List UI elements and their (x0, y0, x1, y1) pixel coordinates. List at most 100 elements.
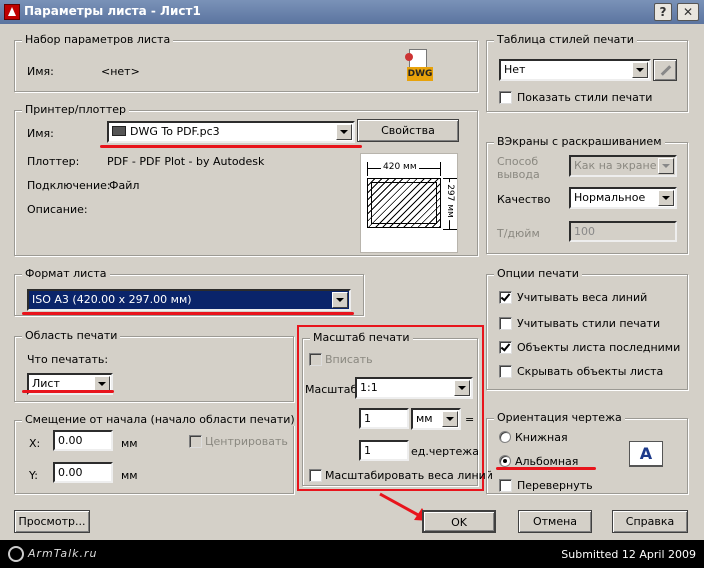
plot-style-group-title: Таблица стилей печати (494, 33, 637, 46)
plot-options-group-title: Опции печати (494, 267, 582, 280)
paper-size-group-title: Формат листа (22, 267, 110, 280)
offset-x-label: X: (29, 437, 41, 450)
ok-button[interactable]: OK (422, 510, 496, 533)
portrait-label: Книжная (515, 431, 568, 444)
plot-style-select[interactable]: Нет (499, 59, 651, 81)
preview-height-label: 297 мм (444, 182, 455, 220)
description-label: Описание: (27, 203, 88, 216)
offset-group-title: Смещение от начала (начало области печат… (22, 413, 298, 426)
dwg-file-icon: DWG (405, 49, 435, 83)
plotter-device-icon (112, 126, 126, 136)
fit-to-paper-checkbox[interactable] (309, 353, 322, 366)
portrait-radio[interactable] (499, 431, 511, 443)
offset-y-unit: мм (121, 469, 138, 482)
offset-y-label: Y: (29, 469, 38, 482)
show-plot-styles-label: Показать стили печати (517, 91, 653, 104)
offset-group: Смещение от начала (начало области печат… (14, 413, 298, 494)
printer-device-select[interactable]: DWG To PDF.pc3 (107, 121, 355, 143)
plot-area-group-title: Область печати (22, 329, 121, 342)
chevron-down-icon[interactable] (658, 158, 674, 174)
title-bar: Параметры листа - Лист1 ? ✕ (0, 0, 704, 24)
footer-bar: ArmTalk.ru Submitted 12 April 2009 (0, 540, 704, 568)
scale-lineweights-label: Масштабировать веса линий (325, 469, 493, 482)
printer-name-label: Имя: (27, 127, 54, 140)
preview-button[interactable]: Просмотр... (14, 510, 90, 533)
printer-group-title: Принтер/плоттер (22, 103, 129, 116)
plot-scale-group-title: Масштаб печати (310, 331, 413, 344)
plot-scale-group: Масштаб печати Вписать Масштаб: 1:1 1 мм… (302, 331, 493, 486)
forum-logo-icon (8, 546, 24, 562)
upside-down-checkbox[interactable] (499, 479, 512, 492)
chevron-down-icon[interactable] (632, 62, 648, 78)
paper-size-group: Формат листа ISO A3 (420.00 x 297.00 мм) (14, 267, 364, 316)
window-title: Параметры листа - Лист1 (24, 4, 201, 18)
landscape-orientation-icon: A (629, 441, 663, 467)
chevron-down-icon[interactable] (454, 380, 470, 396)
option-plot-styles-checkbox[interactable] (499, 317, 512, 330)
page-setup-name-label: Имя: (27, 65, 54, 78)
landscape-radio[interactable] (499, 455, 511, 467)
connection-value: Файл (109, 179, 140, 192)
drawing-units-label: ед.чертежа (411, 445, 479, 458)
what-to-plot-label: Что печатать: (27, 353, 109, 366)
shade-plot-select[interactable]: Как на экране (569, 155, 677, 177)
chevron-down-icon[interactable] (658, 190, 674, 206)
option-hide-objects-label: Скрывать объекты листа (517, 365, 664, 378)
show-plot-styles-checkbox[interactable] (499, 91, 512, 104)
annotation-underline-landscape (496, 467, 596, 470)
edit-plot-style-button[interactable] (653, 59, 677, 81)
quality-label: Качество (497, 193, 551, 206)
plotter-label: Плоттер: (27, 155, 80, 168)
scale-value: 1:1 (360, 381, 378, 394)
drawing-units-input[interactable]: 1 (359, 440, 409, 461)
paper-size-value: ISO A3 (420.00 x 297.00 мм) (32, 293, 192, 306)
dpi-input[interactable]: 100 (569, 221, 677, 242)
plot-options-group: Опции печати Учитывать веса линий Учитыв… (486, 267, 688, 390)
scale-select[interactable]: 1:1 (355, 377, 473, 399)
connection-label: Подключение: (27, 179, 111, 192)
forum-logo-text: ArmTalk.ru (28, 547, 98, 560)
shaded-viewport-group: ВЭкраны с раскрашиванием Способ вывода К… (486, 135, 688, 254)
paper-units-input[interactable]: 1 (359, 408, 409, 429)
paper-preview: 420 мм 297 мм (360, 153, 458, 253)
paper-size-select[interactable]: ISO A3 (420.00 x 297.00 мм) (27, 289, 351, 311)
offset-x-unit: мм (121, 437, 138, 450)
shade-plot-value: Как на экране (574, 159, 657, 172)
upside-down-label: Перевернуть (517, 479, 593, 492)
units-select[interactable]: мм (411, 408, 461, 430)
quality-value: Нормальное (574, 191, 646, 204)
chevron-down-icon[interactable] (442, 411, 458, 427)
plotter-value: PDF - PDF Plot - by Autodesk (107, 155, 265, 168)
dpi-label: Т/дюйм (497, 227, 540, 240)
cancel-button[interactable]: Отмена (518, 510, 592, 533)
shade-plot-label: Способ вывода (497, 155, 540, 181)
center-plot-checkbox[interactable] (189, 435, 202, 448)
properties-button[interactable]: Свойства (357, 119, 459, 142)
chevron-down-icon[interactable] (332, 292, 348, 308)
quality-select[interactable]: Нормальное (569, 187, 677, 209)
preview-width-label: 420 мм (381, 162, 419, 172)
preview-width-dimension: 420 мм (367, 162, 441, 176)
chevron-down-icon[interactable] (336, 124, 352, 140)
help-title-button[interactable]: ? (654, 3, 672, 21)
equals-sign: = (465, 413, 475, 426)
dwg-icon-text: DWG (407, 67, 433, 81)
scale-lineweights-checkbox[interactable] (309, 469, 322, 482)
printer-group: Принтер/плоттер Имя: DWG To PDF.pc3 Свой… (14, 103, 478, 256)
autocad-app-icon (4, 4, 20, 20)
shaded-viewport-group-title: ВЭкраны с раскрашиванием (494, 135, 665, 148)
option-hide-objects-checkbox[interactable] (499, 365, 512, 378)
preview-height-dimension: 297 мм (443, 178, 457, 230)
orientation-group: Ориентация чертежа Книжная Альбомная Пер… (486, 411, 688, 494)
offset-x-input[interactable]: 0.00 (53, 430, 113, 451)
offset-y-input[interactable]: 0.00 (53, 462, 113, 483)
option-lineweights-checkbox[interactable] (499, 291, 512, 304)
option-paperspace-last-checkbox[interactable] (499, 341, 512, 354)
units-value: мм (416, 412, 433, 425)
annotation-underline-plot-area (22, 390, 114, 393)
close-button[interactable]: ✕ (677, 3, 699, 21)
help-button[interactable]: Справка (612, 510, 688, 533)
page-setup-name-value: <нет> (101, 65, 140, 78)
submitted-date: Submitted 12 April 2009 (561, 548, 696, 561)
plot-style-group: Таблица стилей печати Нет Показать стили… (486, 33, 688, 112)
